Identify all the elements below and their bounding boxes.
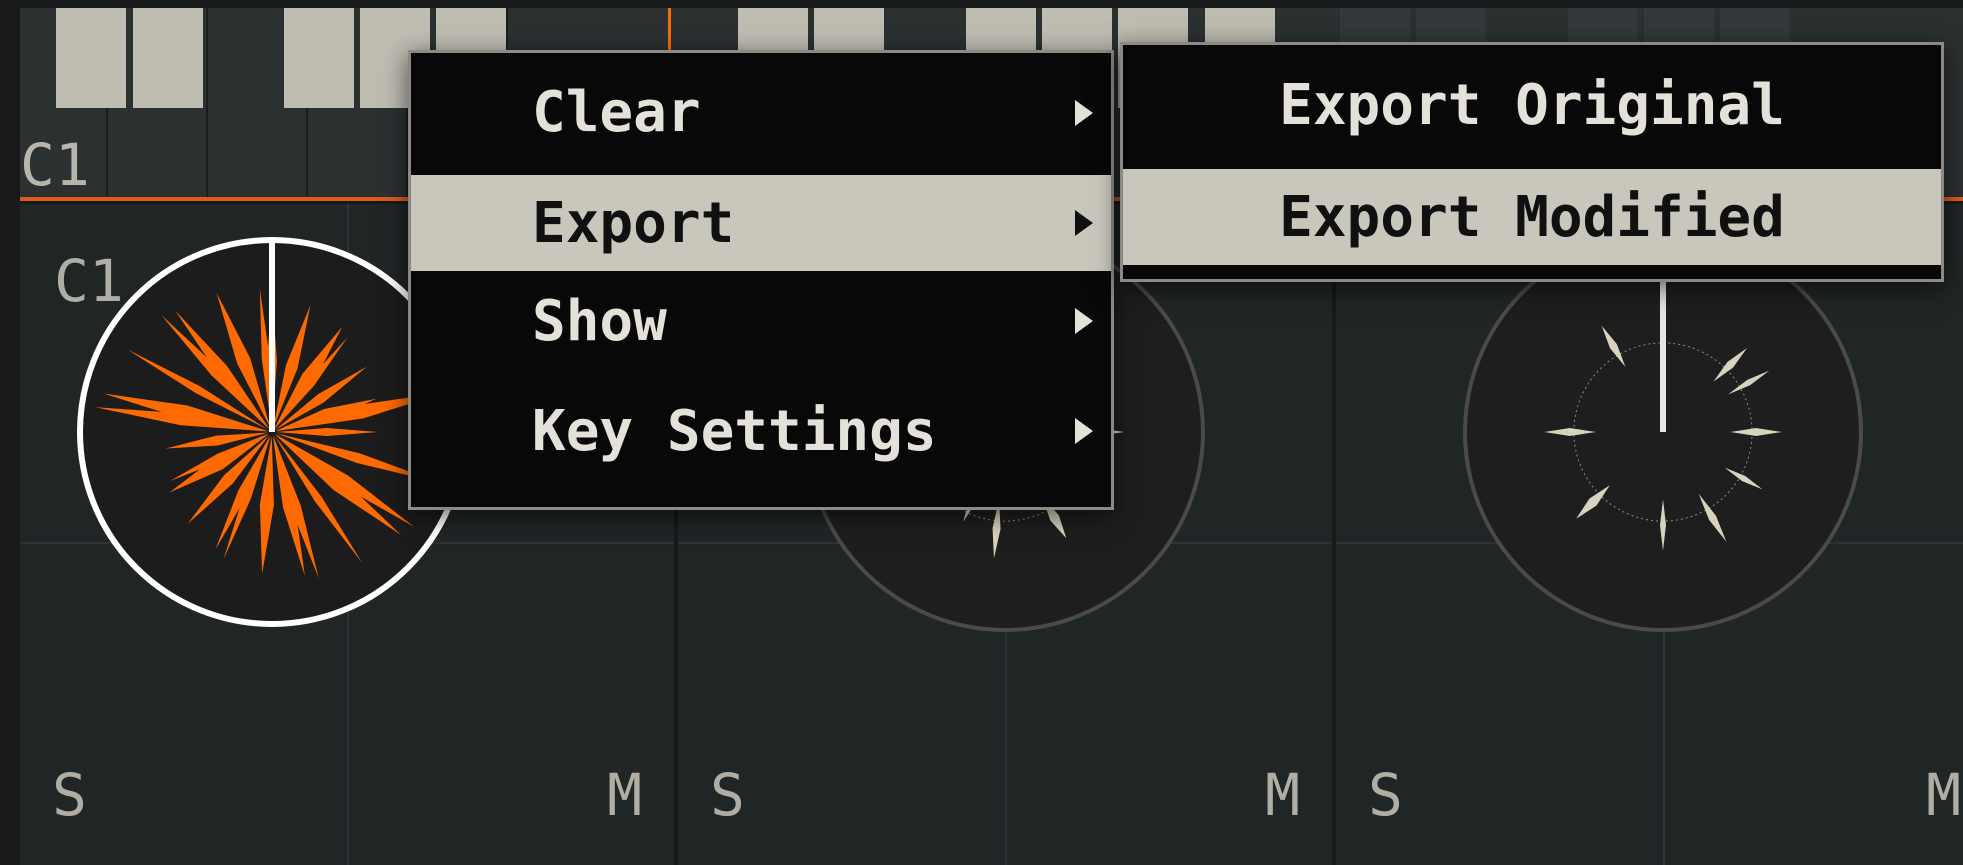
menu-item-label: Export	[532, 190, 735, 256]
menu-item-key-settings[interactable]: Key Settings	[411, 371, 1111, 491]
menu-item-clear[interactable]: Clear	[411, 53, 1111, 172]
submenu-arrow-icon	[1075, 418, 1093, 444]
menu-item-export-modified[interactable]: Export Modified	[1123, 169, 1941, 265]
black-key[interactable]	[56, 8, 126, 108]
menu-item-label: Clear	[532, 80, 701, 145]
mute-button[interactable]: M	[1265, 766, 1300, 824]
submenu-arrow-icon	[1075, 99, 1093, 126]
menu-item-label: Show	[532, 288, 667, 354]
solo-button[interactable]: S	[52, 766, 87, 824]
pad-note-label: C1	[54, 247, 124, 315]
black-key[interactable]	[133, 8, 203, 108]
mute-button[interactable]: M	[607, 766, 642, 824]
octave-label: C1	[20, 131, 90, 199]
drum-pad[interactable]: S M	[1336, 204, 1963, 865]
mute-button[interactable]: M	[1926, 766, 1961, 824]
export-submenu: Export Original Export Modified	[1120, 42, 1944, 282]
menu-item-label: Key Settings	[532, 398, 937, 464]
menu-item-show[interactable]: Show	[411, 271, 1111, 371]
menu-item-export-original[interactable]: Export Original	[1123, 45, 1941, 166]
waveform-ring	[1463, 232, 1863, 632]
black-key[interactable]	[284, 8, 354, 108]
submenu-arrow-icon	[1075, 210, 1093, 236]
menu-item-label: Export Modified	[1279, 184, 1785, 250]
solo-button[interactable]: S	[1368, 766, 1403, 824]
solo-button[interactable]: S	[710, 766, 745, 824]
pad-context-menu: Clear Export Show Key Settings	[408, 50, 1114, 510]
submenu-arrow-icon	[1075, 308, 1093, 334]
menu-item-export[interactable]: Export	[411, 175, 1111, 271]
menu-item-label: Export Original	[1279, 73, 1785, 138]
